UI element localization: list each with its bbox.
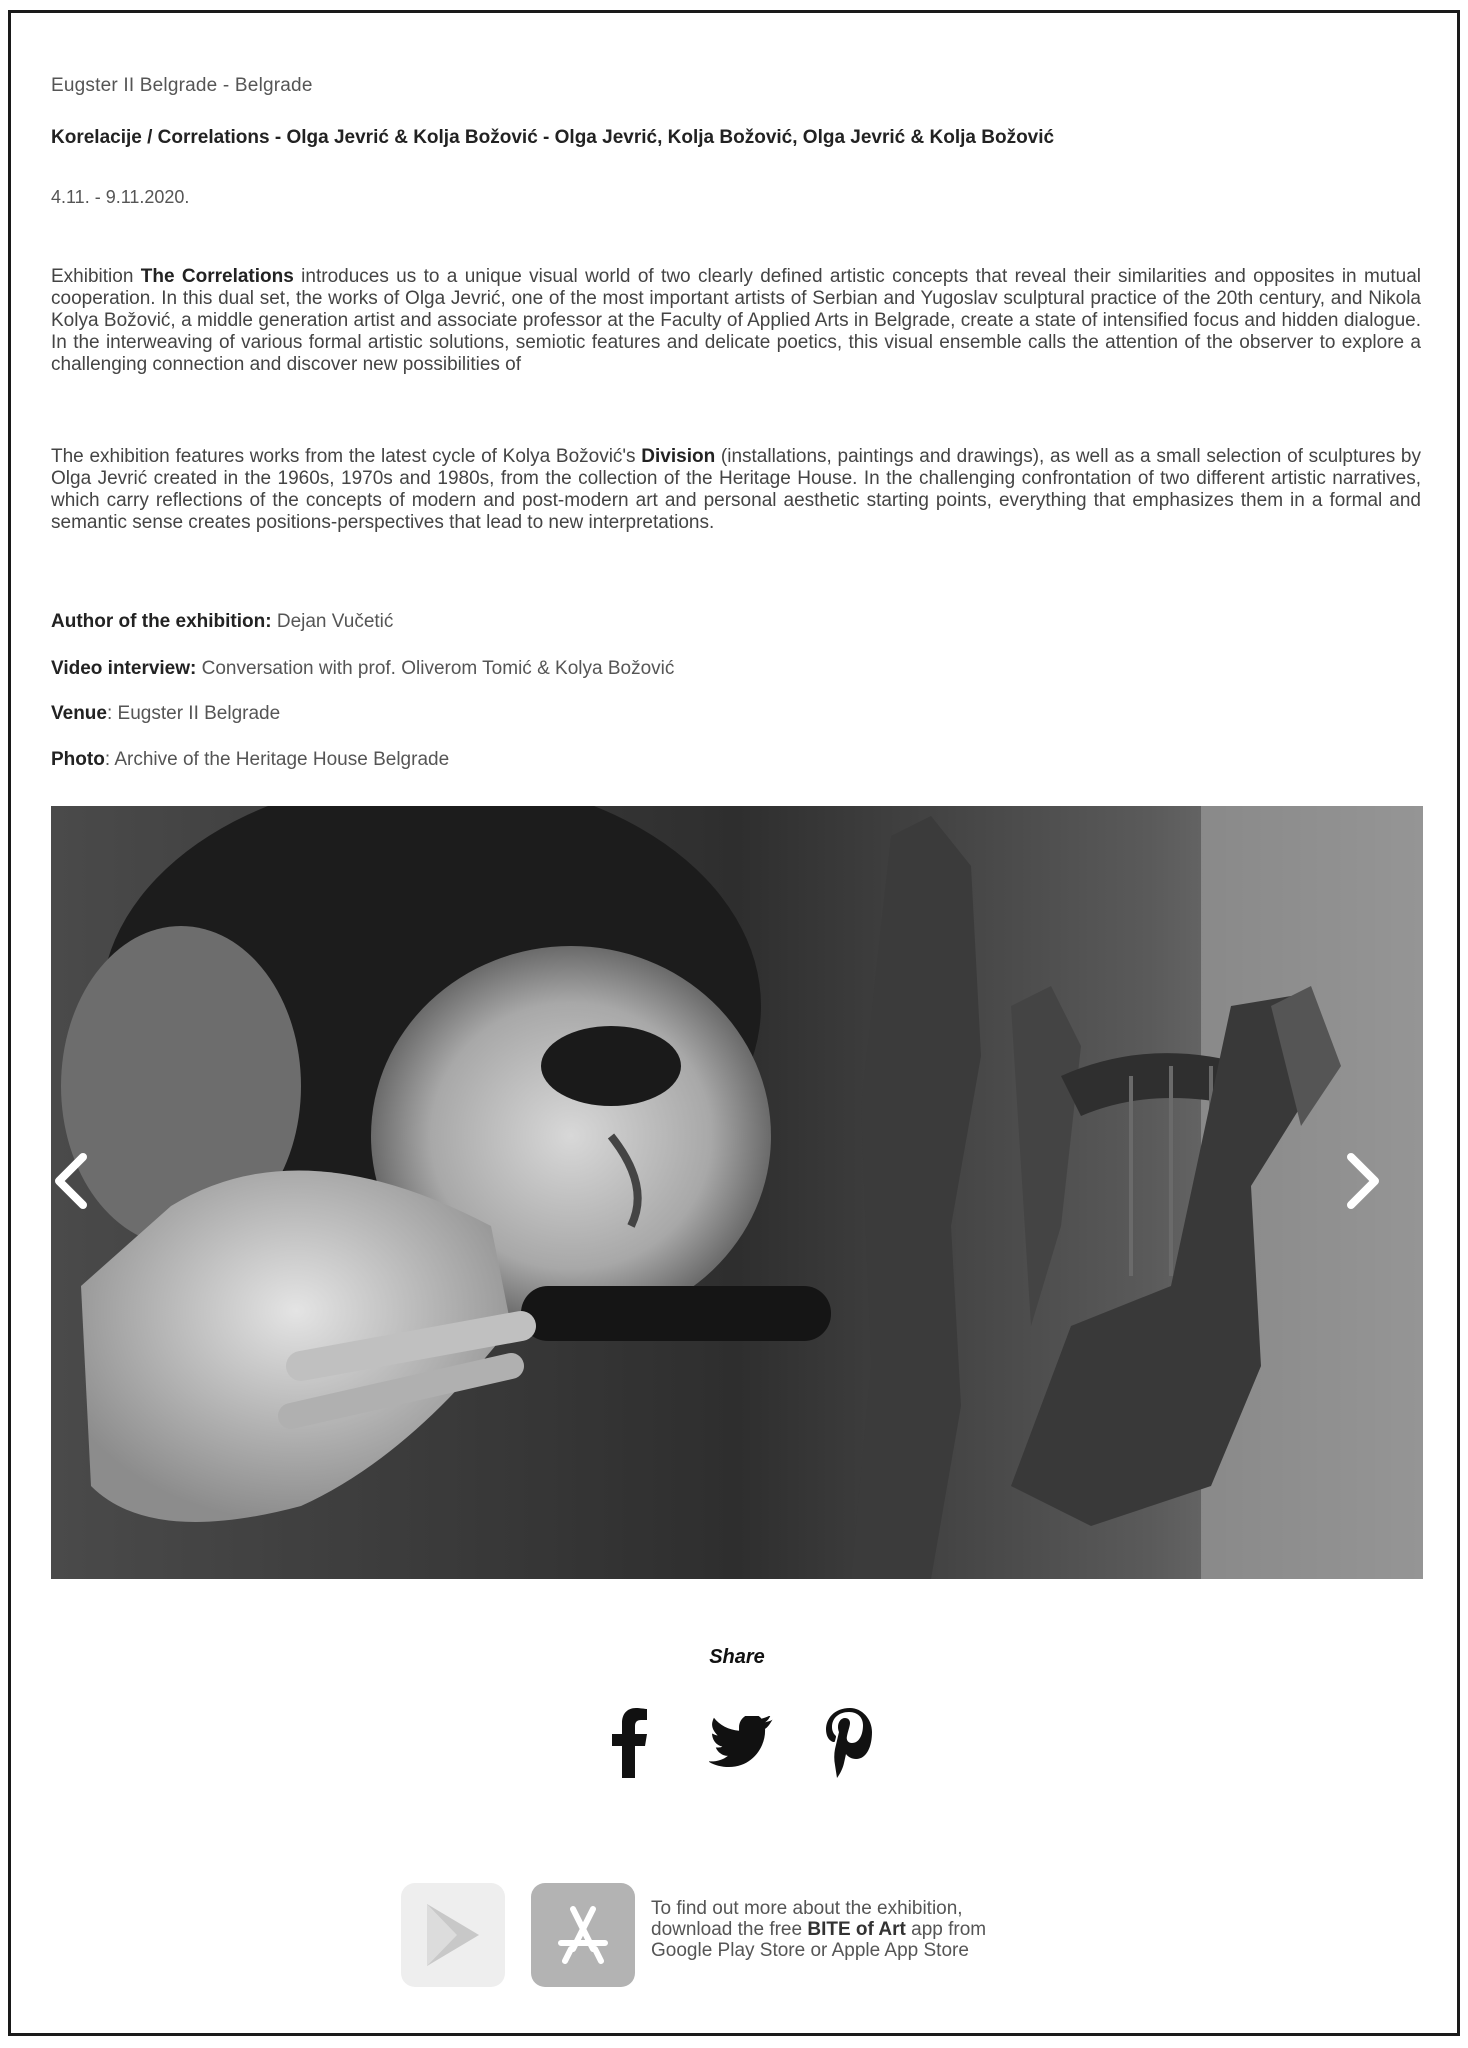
exhibition-title: Korelacije / Correlations - Olga Jevrić … [51,127,1055,148]
app-promo-line-2-end: app from [905,1919,987,1940]
video-interview-line: Video interview: Conversation with prof.… [51,658,674,680]
twitter-share-button[interactable] [706,1703,776,1783]
venue-line: Venue: Eugster II Belgrade [51,703,280,725]
exhibition-dates: 4.11. - 9.11.2020. [51,187,190,207]
pinterest-icon [826,1708,872,1778]
slider-next-button[interactable] [1343,1151,1403,1231]
google-play-store-button[interactable] [401,1883,505,1987]
app-promo-text: To find out more about the exhibition, d… [651,1898,986,1961]
app-store-icon [558,1906,608,1964]
app-promo-line-2: download the free BITE of Art app from [651,1919,986,1940]
venue-label: Venue [51,703,107,724]
apple-app-store-button[interactable] [531,1883,635,1987]
slider-prev-button[interactable] [51,1151,111,1231]
pinterest-share-button[interactable] [814,1703,884,1783]
app-promo-line-1: To find out more about the exhibition, [651,1898,963,1919]
venue-location-line: Eugster II Belgrade - Belgrade [51,75,313,96]
slider-photo [51,806,1423,1579]
author-value: Dejan Vučetić [271,611,394,632]
photo-credit-line: Photo: Archive of the Heritage House Bel… [51,749,449,771]
photo-label: Photo [51,749,105,770]
venue-value: : Eugster II Belgrade [106,703,281,724]
app-name: BITE of Art [807,1919,906,1940]
para1-text-start: Exhibition [51,266,141,287]
description-paragraph-1: Exhibition The Correlations introduces u… [51,266,1421,376]
author-label: Author of the exhibition: [51,611,272,632]
description-paragraph-2: The exhibition features works from the l… [51,446,1421,534]
para2-text-start: The exhibition features works from the l… [51,446,642,467]
twitter-icon [709,1716,773,1768]
para1-bold-text: The Correlations [140,266,294,287]
play-store-icon [427,1904,479,1966]
para2-bold-text: Division [641,446,716,467]
facebook-icon [612,1708,647,1778]
video-label: Video interview: [51,658,197,679]
facebook-share-button[interactable] [594,1703,664,1783]
author-line: Author of the exhibition: Dejan Vučetić [51,611,393,633]
image-slider[interactable] [51,806,1423,1579]
photo-value: : Archive of the Heritage House Belgrade [104,749,450,770]
app-promo-line-3: Google Play Store or Apple App Store [651,1940,969,1961]
chevron-right-icon [1347,1153,1379,1209]
page-frame: Eugster II Belgrade - Belgrade Korelacij… [8,10,1460,2036]
video-value: Conversation with prof. Oliverom Tomić &… [196,658,675,679]
chevron-left-icon [55,1153,87,1209]
app-promo-line-2-start: download the free [651,1919,808,1940]
share-label: Share [709,1646,765,1668]
